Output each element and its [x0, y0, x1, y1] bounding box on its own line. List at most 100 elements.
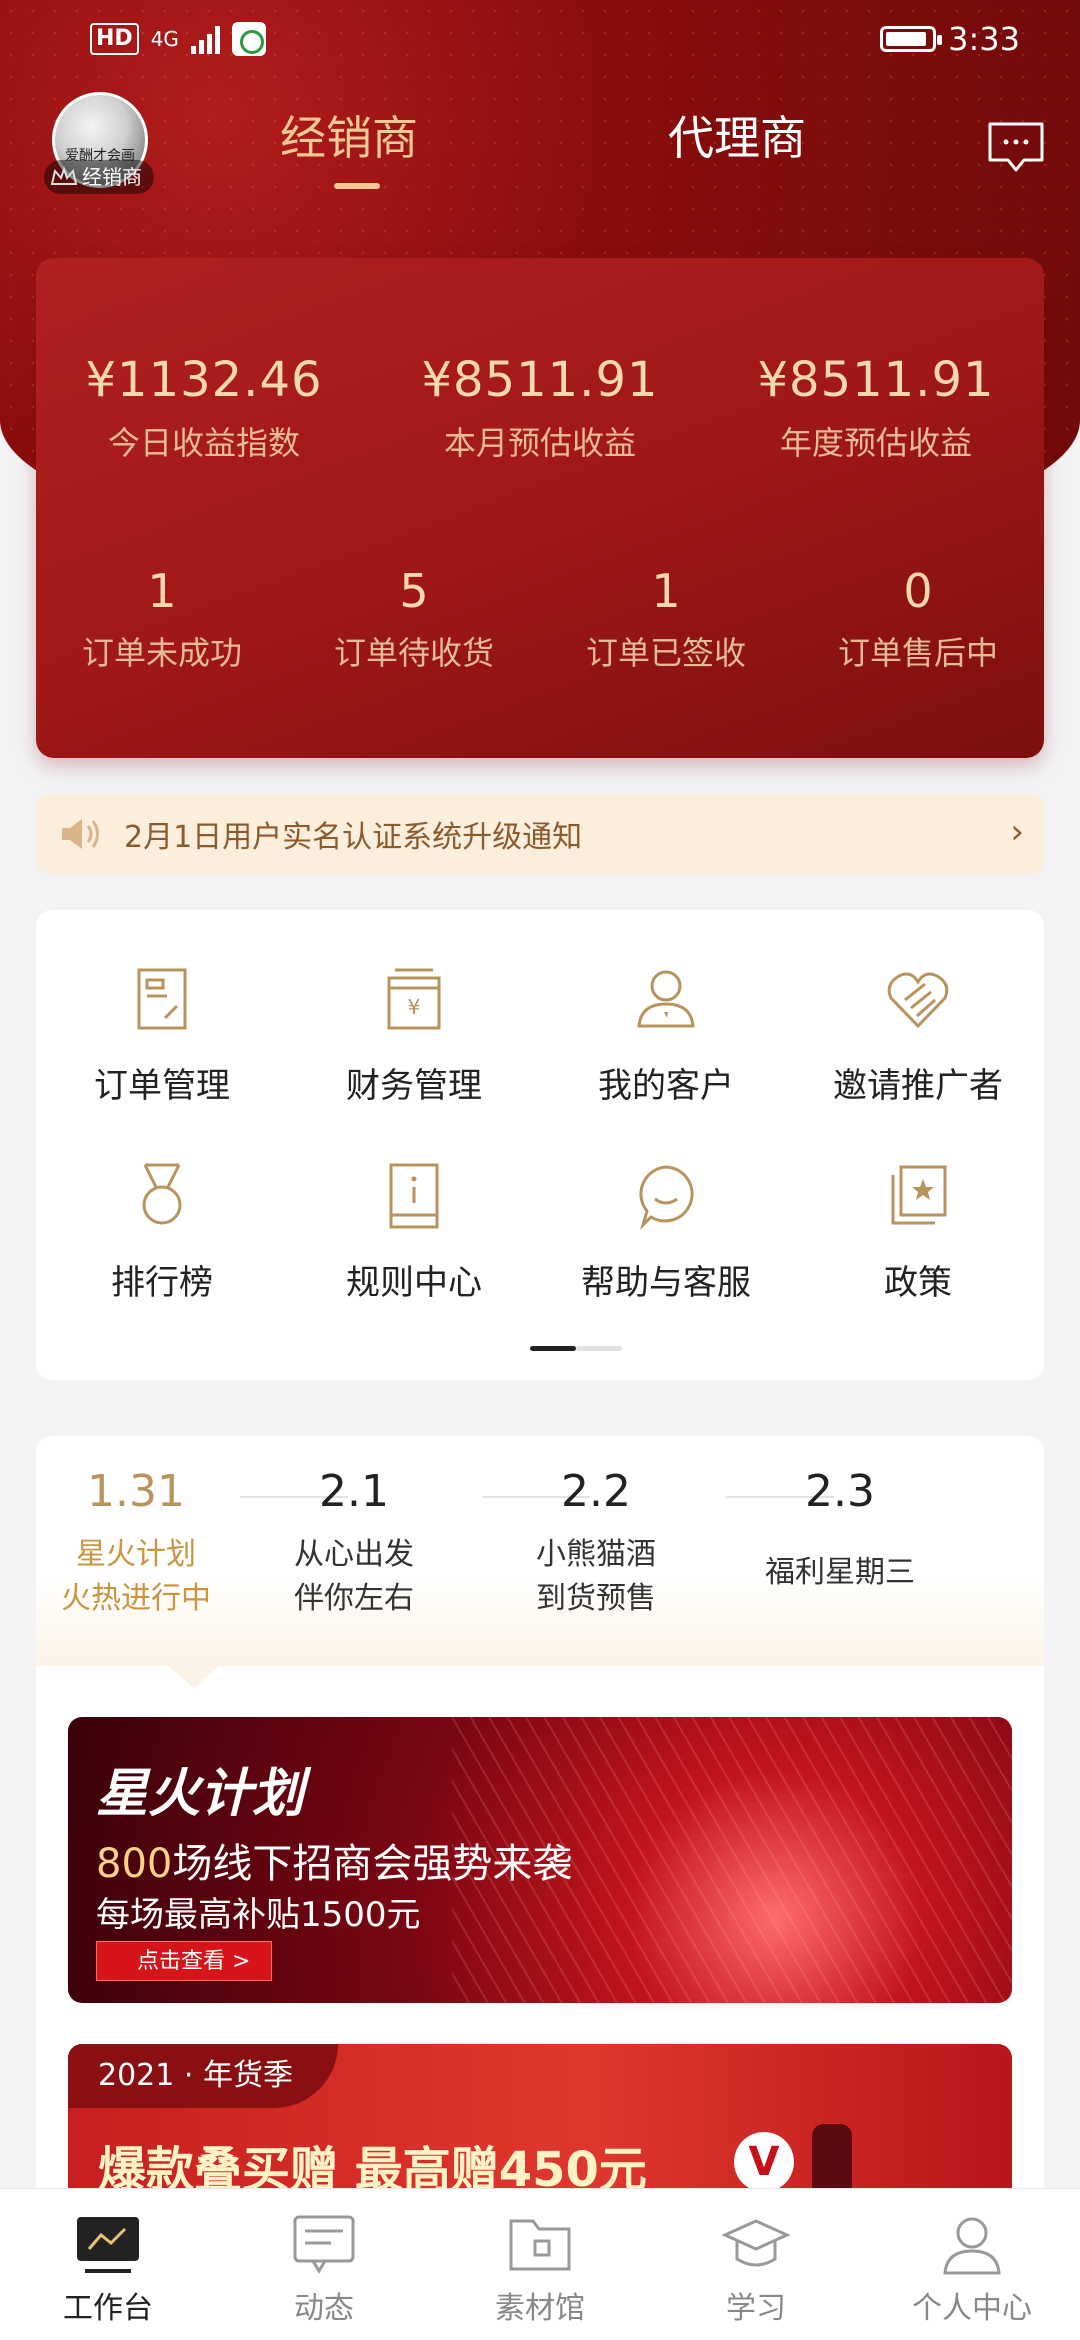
month-earnings-stat[interactable]: ¥8511.91 本月预估收益 [372, 352, 708, 464]
stat-label: 本月预估收益 [443, 424, 636, 462]
tab-agent[interactable]: 代理商 [668, 102, 806, 168]
nav-label: 个人中心 [912, 2291, 1032, 2326]
campaign-section: 1.31 星火计划 火热进行中 2.1 从心出发 伴你左右 2.2 小熊猫酒 到… [36, 1436, 1044, 2316]
nav-profile[interactable]: 个人中心 [864, 2189, 1080, 2340]
order-aftersale-stat[interactable]: 0 订单售后中 [792, 564, 1044, 674]
order-count: 5 [399, 564, 429, 618]
network-type: 4G [150, 27, 179, 51]
medal-icon [142, 1163, 182, 1225]
graduation-icon [721, 2219, 791, 2267]
order-unsuccessful-stat[interactable]: 1 订单未成功 [36, 564, 288, 674]
timeline-date: 2.1 [319, 1466, 389, 1517]
timeline-date: 2.2 [561, 1466, 631, 1517]
banner-headline-text: 场线下招商会强势来袭 [172, 1841, 573, 1887]
timeline-title: 福利星期三 [765, 1555, 915, 1590]
menu-label: 规则中心 [346, 1263, 482, 1303]
signal-icon [190, 24, 220, 54]
battery-icon [880, 26, 943, 52]
banner-headline-highlight: 800 [96, 1841, 173, 1887]
nav-label: 动态 [294, 2291, 354, 2326]
notice-bar[interactable]: 2月1日用户实名认证系统升级通知 › [36, 794, 1044, 874]
timeline-date: 1.31 [87, 1466, 185, 1517]
nav-label: 工作台 [63, 2291, 153, 2326]
stat-value: ¥8511.91 [421, 352, 659, 408]
view-details-button[interactable]: 点击查看 > [96, 1941, 272, 1981]
page-dot [576, 1346, 622, 1351]
nav-news[interactable]: 动态 [216, 2189, 432, 2340]
menu-invite-promoter[interactable]: 邀请推广者 [792, 964, 1044, 1107]
function-menu: 订单管理 ¥ 财务管理 我的客户 邀请推广者 排行榜 规则中心 帮助与客服 政策 [36, 910, 1044, 1380]
order-label: 订单未成功 [81, 634, 242, 672]
timeline-title: 小熊猫酒 [536, 1537, 656, 1572]
menu-help-service[interactable]: 帮助与客服 [540, 1161, 792, 1304]
nav-materials[interactable]: 素材馆 [432, 2189, 648, 2340]
order-signed-stat[interactable]: 1 订单已签收 [540, 564, 792, 674]
menu-order-management[interactable]: 订单管理 [36, 964, 288, 1107]
nav-label: 学习 [726, 2291, 786, 2326]
timeline-subtitle: 到货预售 [536, 1581, 656, 1616]
timeline-title: 从心出发 [294, 1537, 414, 1572]
dashboard-icon [77, 2217, 139, 2273]
today-earnings-stat[interactable]: ¥1132.46 今日收益指数 [36, 352, 372, 464]
news-icon [293, 2215, 355, 2274]
order-count: 1 [147, 564, 177, 618]
nav-workbench[interactable]: 工作台 [0, 2189, 216, 2340]
speaker-icon [62, 819, 99, 849]
banner-logo: 星火计划 [96, 1764, 305, 1824]
v-badge-icon: V [734, 2132, 794, 2192]
nav-learning[interactable]: 学习 [648, 2189, 864, 2340]
order-label: 订单已签收 [585, 634, 746, 672]
menu-label: 政策 [884, 1263, 952, 1303]
app-notification-icon [231, 22, 266, 56]
timeline-item-0203[interactable]: 2.3 福利星期三 [720, 1466, 960, 1595]
banner-year-tag: 2021 · 年货季 [68, 2044, 338, 2108]
timeline-item-0202[interactable]: 2.2 小熊猫酒 到货预售 [476, 1466, 716, 1621]
hd-indicator: HD [90, 23, 139, 55]
order-label: 订单售后中 [837, 634, 998, 672]
menu-label: 订单管理 [94, 1066, 230, 1106]
order-awaiting-stat[interactable]: 5 订单待收货 [288, 564, 540, 674]
year-earnings-stat[interactable]: ¥8511.91 年度预估收益 [708, 352, 1044, 464]
order-count: 0 [903, 564, 933, 618]
menu-leaderboard[interactable]: 排行榜 [36, 1161, 288, 1304]
stat-value: ¥8511.91 [757, 352, 995, 408]
menu-finance-management[interactable]: ¥ 财务管理 [288, 964, 540, 1107]
clock: 3:33 [948, 20, 1020, 58]
policy-icon [891, 1165, 947, 1225]
help-icon [639, 1165, 694, 1231]
invite-icon [887, 972, 949, 1029]
timeline-date: 2.3 [805, 1466, 875, 1517]
tab-distributor[interactable]: 经销商 [280, 102, 418, 168]
notice-text: 2月1日用户实名认证系统升级通知 [124, 820, 583, 855]
timeline-item-0201[interactable]: 2.1 从心出发 伴你左右 [234, 1466, 474, 1621]
timeline-pointer [168, 1666, 220, 1688]
nav-label: 素材馆 [495, 2291, 585, 2326]
bottom-navigation: 工作台 动态 素材馆 学习 个人中心 [0, 2188, 1080, 2340]
timeline-item-0131[interactable]: 1.31 星火计划 火热进行中 [36, 1466, 256, 1621]
menu-label: 邀请推广者 [833, 1066, 1003, 1106]
menu-label: 排行榜 [111, 1263, 213, 1303]
crown-icon [50, 166, 78, 185]
role-badge: 经销商 [44, 160, 154, 194]
banner-headline: 800场线下招商会强势来袭 [96, 1831, 572, 1889]
stat-value: ¥1132.46 [85, 352, 323, 408]
message-icon[interactable] [986, 118, 1046, 178]
menu-page-indicator [530, 1346, 622, 1351]
timeline-title: 星火计划 [76, 1537, 196, 1572]
active-tab-indicator [334, 183, 380, 189]
stat-label: 年度预估收益 [779, 424, 972, 462]
menu-label: 财务管理 [346, 1066, 482, 1106]
finance-icon: ¥ [387, 968, 441, 1030]
status-bar: HD 4G 3:33 [0, 0, 1080, 80]
svg-text:¥: ¥ [408, 995, 421, 1019]
order-icon [137, 968, 187, 1030]
menu-label: 帮助与客服 [581, 1263, 751, 1303]
menu-my-customers[interactable]: 我的客户 [540, 964, 792, 1107]
menu-rules-center[interactable]: 规则中心 [288, 1161, 540, 1304]
order-label: 订单待收货 [333, 634, 494, 672]
menu-policy[interactable]: 政策 [792, 1161, 1044, 1304]
spark-plan-banner[interactable]: 星火计划 800场线下招商会强势来袭 每场最高补贴1500元 点击查看 > [68, 1717, 1012, 2003]
page-dot-active [530, 1346, 576, 1351]
stat-label: 今日收益指数 [107, 424, 300, 462]
user-icon [943, 2217, 1001, 2275]
